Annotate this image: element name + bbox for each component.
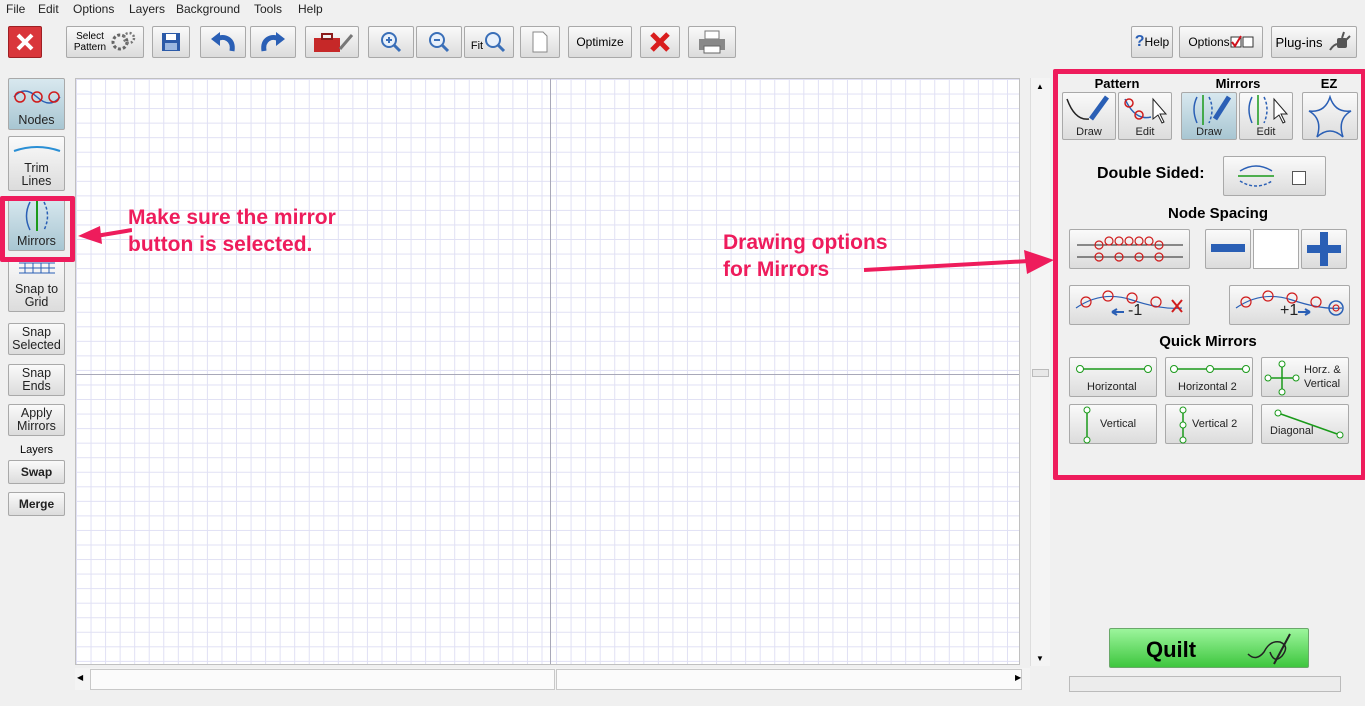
scroll-left-arrow-icon[interactable]: ◀ — [77, 673, 83, 682]
merge-label: Merge — [18, 496, 55, 511]
quilt-button[interactable]: Quilt — [1109, 628, 1309, 668]
swap-button[interactable]: Swap — [8, 460, 65, 484]
fit-button[interactable]: Fit — [464, 26, 514, 58]
canvas-center-horizontal-line — [76, 374, 1019, 375]
menu-options[interactable]: Options — [73, 2, 114, 16]
close-icon — [16, 33, 34, 51]
zoom-out-icon — [429, 32, 450, 53]
horizontal-scroll-track-right[interactable] — [556, 669, 1022, 690]
mirrors-button-highlight-box — [0, 196, 75, 262]
options-button[interactable]: Options — [1179, 26, 1263, 58]
trim-label-2: Lines — [21, 174, 52, 188]
grid-icon — [18, 262, 55, 274]
zoom-out-button[interactable] — [416, 26, 462, 58]
mirror-options-highlight-box — [1053, 69, 1365, 480]
plug-icon — [1329, 31, 1352, 51]
help-label: Help — [1144, 35, 1170, 49]
save-icon — [162, 33, 180, 51]
menu-bar: File Edit Options Layers Background Tool… — [0, 0, 1365, 18]
snap-ends-label-2: Ends — [22, 379, 51, 393]
drawing-canvas[interactable] — [75, 78, 1020, 665]
page-icon — [532, 31, 548, 53]
options-label: Options — [1188, 35, 1230, 49]
snap-to-grid-button[interactable]: Snap to Grid — [8, 258, 65, 312]
right-annotation-line-1: Drawing options — [723, 231, 888, 254]
horizontal-scroll-track-left[interactable] — [90, 669, 555, 690]
help-button[interactable]: ? Help — [1131, 26, 1173, 58]
optimize-button[interactable]: Optimize — [568, 26, 632, 58]
optimize-label: Optimize — [576, 35, 624, 49]
scroll-up-arrow-icon[interactable]: ▲ — [1036, 82, 1044, 91]
quilt-label: Quilt — [1146, 637, 1197, 662]
vertical-scrollbar[interactable]: ▲ ▼ — [1030, 78, 1050, 666]
select-pattern-label-1: Select — [76, 31, 104, 42]
menu-tools[interactable]: Tools — [254, 2, 282, 16]
apply-mirrors-button[interactable]: Apply Mirrors — [8, 404, 65, 436]
needle-thread-icon — [1247, 633, 1291, 665]
select-pattern-label-2: Pattern — [73, 42, 107, 53]
plugins-button[interactable]: Plug-ins — [1271, 26, 1357, 58]
swap-label: Swap — [20, 464, 53, 479]
fit-zoom-icon — [485, 32, 506, 53]
checkbox-checked-icon — [1230, 35, 1254, 48]
right-annotation-text: Drawing options for Mirrors — [723, 229, 888, 283]
toolbox-icon — [314, 33, 354, 52]
canvas-center-vertical-line — [550, 79, 551, 664]
toolbar: Select Pattern Fit Optimize ? Help Optio… — [0, 18, 1365, 70]
nodes-label: Nodes — [18, 113, 55, 127]
gears-icon — [111, 31, 136, 51]
left-annotation-line-1: Make sure the mirror — [128, 206, 336, 229]
undo-icon — [211, 32, 235, 52]
help-question-icon: ? — [1134, 33, 1145, 50]
close-button[interactable] — [8, 26, 42, 58]
delete-button[interactable] — [640, 26, 680, 58]
redo-icon — [261, 32, 285, 52]
right-annotation-line-2: for Mirrors — [723, 258, 830, 281]
left-annotation-arrow-icon — [78, 226, 132, 244]
fit-label: Fit — [470, 40, 484, 52]
nodes-icon — [12, 90, 61, 104]
scroll-right-arrow-icon[interactable]: ▶ — [1015, 673, 1021, 682]
delete-x-icon — [650, 32, 670, 52]
trim-lines-button[interactable]: Trim Lines — [8, 136, 65, 191]
save-button[interactable] — [152, 26, 190, 58]
printer-icon — [699, 30, 725, 54]
redo-button[interactable] — [250, 26, 296, 58]
right-annotation-arrow-icon — [864, 250, 1054, 274]
menu-help[interactable]: Help — [298, 2, 323, 16]
app-window: File Edit Options Layers Background Tool… — [0, 0, 1365, 706]
zoom-in-button[interactable] — [368, 26, 414, 58]
nodes-button[interactable]: Nodes — [8, 78, 65, 130]
status-progress-bar — [1069, 676, 1341, 692]
snap-ends-button[interactable]: Snap Ends — [8, 364, 65, 396]
left-tool-panel: Nodes Trim Lines Mirrors Snap to Grid Sn… — [0, 70, 72, 706]
menu-edit[interactable]: Edit — [38, 2, 59, 16]
horizontal-scrollbar[interactable]: ◀ ▶ — [75, 668, 1030, 690]
menu-background[interactable]: Background — [176, 2, 240, 16]
vertical-scroll-thumb[interactable] — [1032, 369, 1049, 377]
snap-selected-button[interactable]: Snap Selected — [8, 323, 65, 355]
toolbox-button[interactable] — [305, 26, 359, 58]
left-annotation-line-2: button is selected. — [128, 233, 313, 256]
new-page-button[interactable] — [520, 26, 560, 58]
menu-file[interactable]: File — [6, 2, 25, 16]
layers-label: Layers — [19, 444, 54, 456]
trim-lines-icon — [13, 146, 60, 152]
menu-layers[interactable]: Layers — [129, 2, 165, 16]
print-button[interactable] — [688, 26, 736, 58]
zoom-in-icon — [381, 32, 402, 53]
undo-button[interactable] — [200, 26, 246, 58]
left-annotation-text: Make sure the mirror button is selected. — [128, 204, 336, 258]
snap-selected-label-2: Selected — [12, 338, 61, 352]
scroll-down-arrow-icon[interactable]: ▼ — [1036, 654, 1044, 663]
apply-mirrors-label-2: Mirrors — [17, 419, 56, 433]
merge-button[interactable]: Merge — [8, 492, 65, 516]
select-pattern-button[interactable]: Select Pattern — [66, 26, 144, 58]
snap-grid-label-2: Grid — [24, 295, 49, 309]
plugins-label: Plug-ins — [1275, 34, 1323, 50]
